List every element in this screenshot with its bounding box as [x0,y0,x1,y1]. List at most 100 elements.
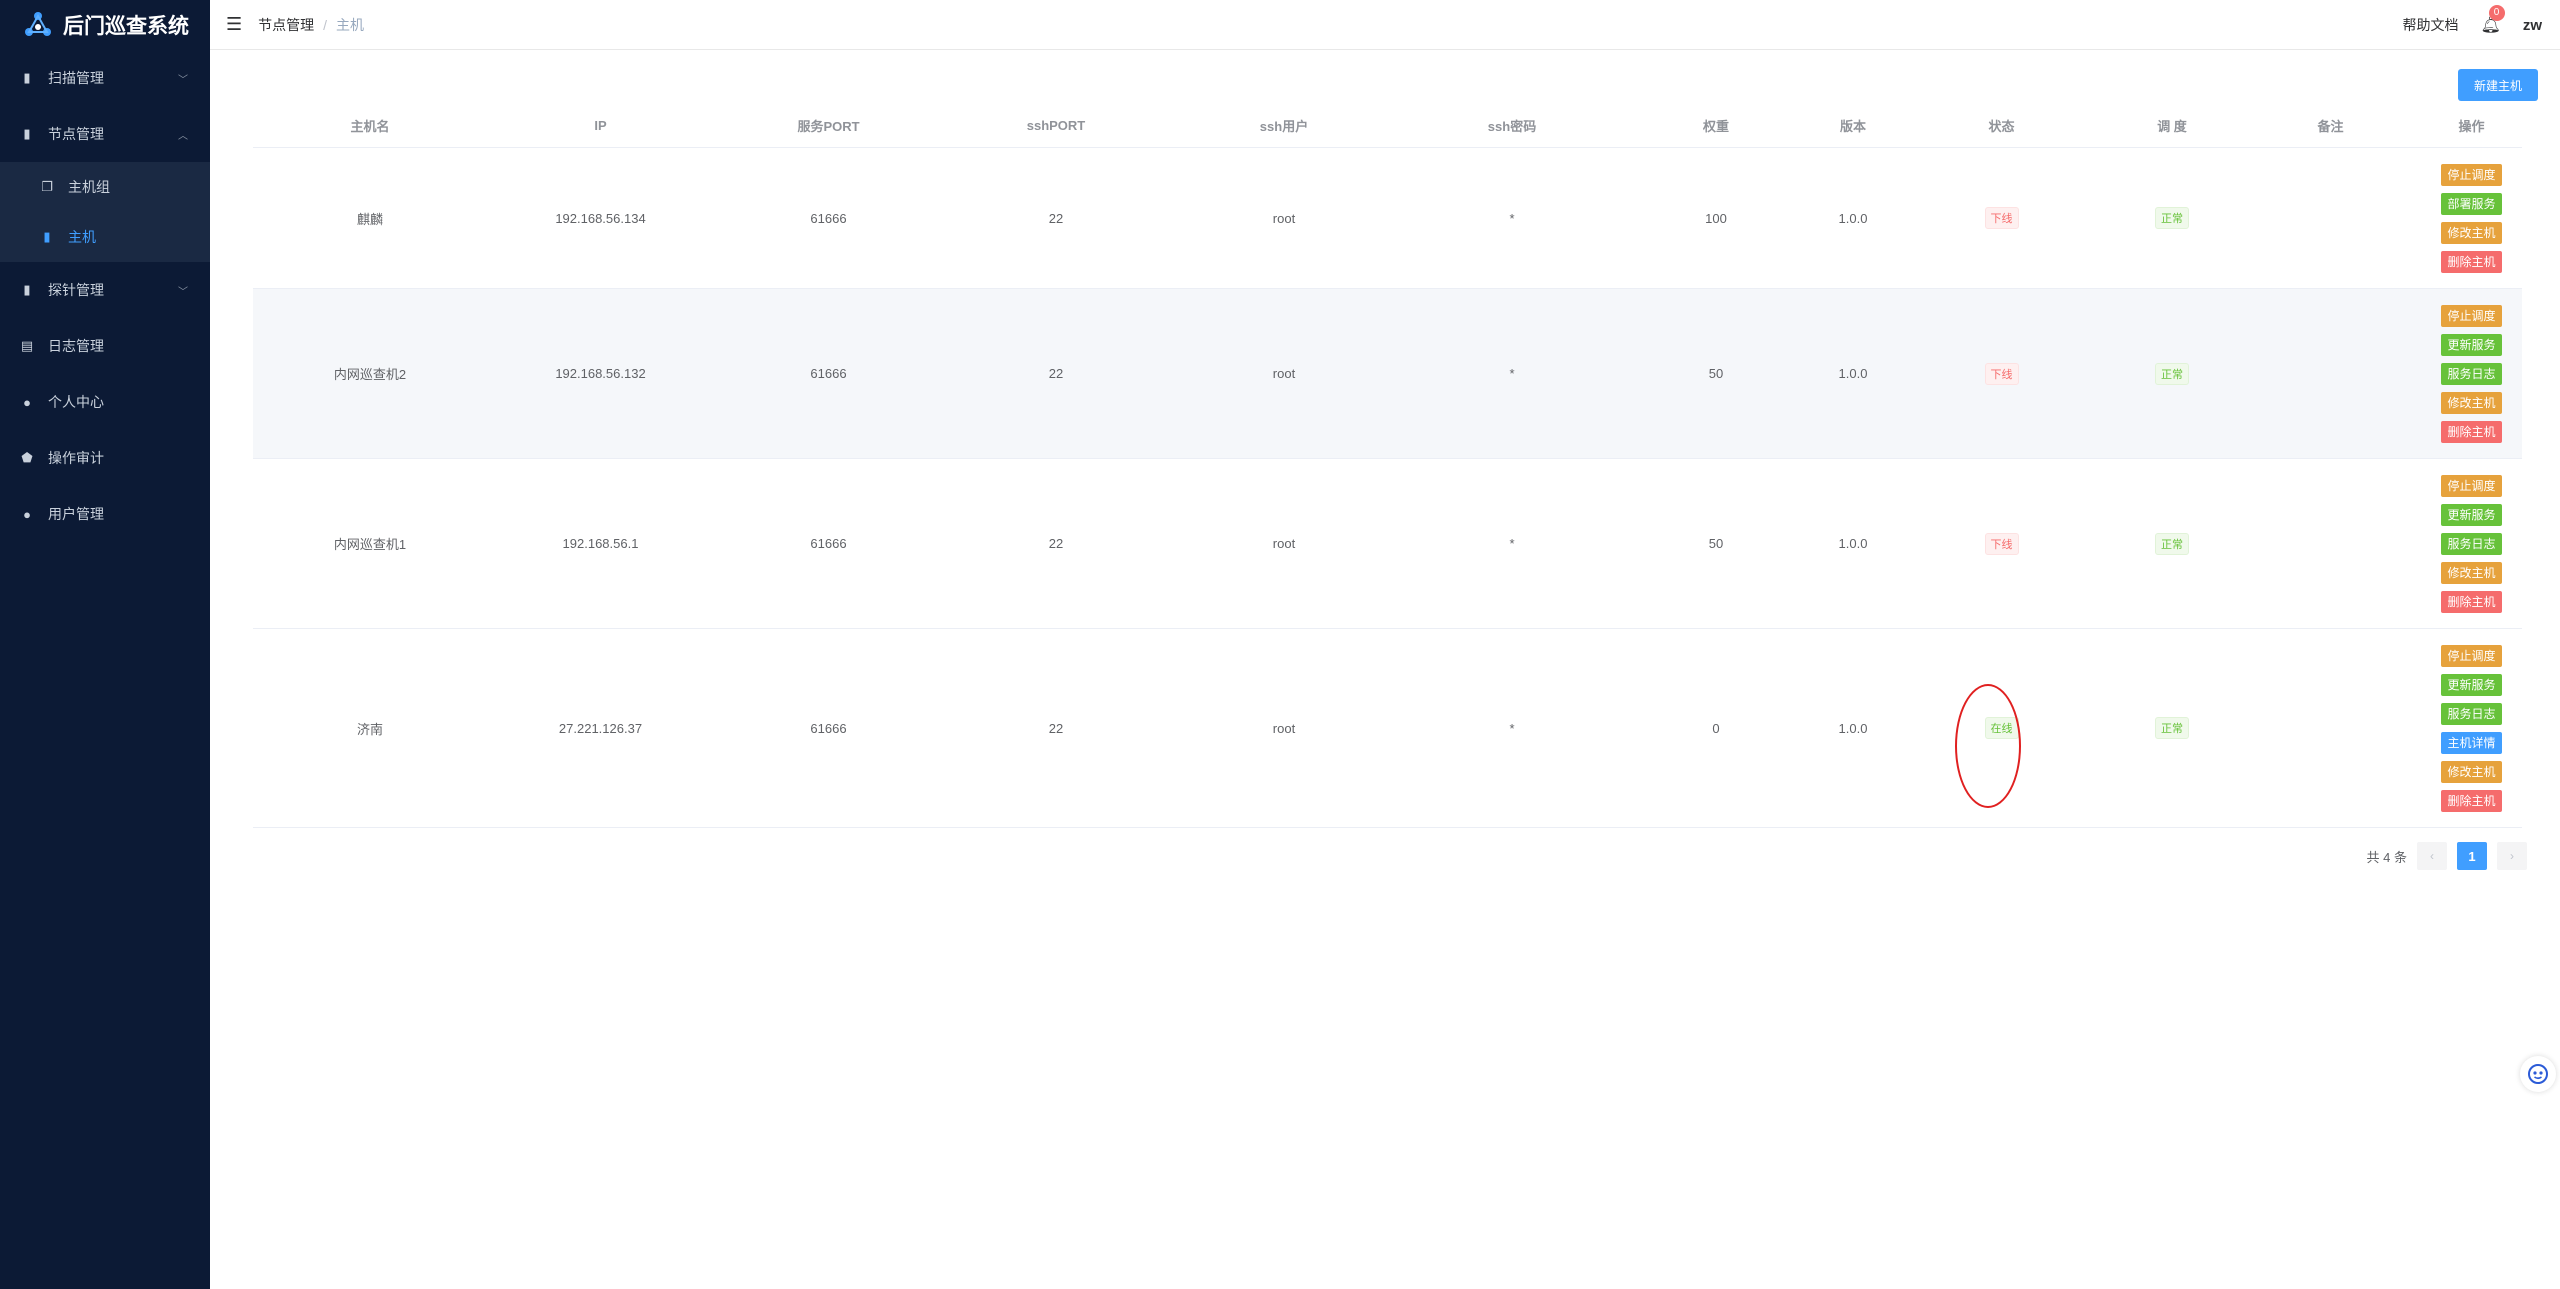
edit-host-button[interactable]: 修改主机 [2441,760,2502,783]
table-row: 济南 27.221.126.37 61666 22 root * 0 1.0.0… [253,629,2522,828]
update-service-button[interactable]: 更新服务 [2441,673,2502,696]
user-icon: ● [23,394,31,410]
cell-ip: 27.221.126.37 [558,720,643,736]
sidebar-item-host-group[interactable]: ❐ 主机组 [0,162,210,212]
service-log-button[interactable]: 服务日志 [2441,702,2502,725]
sidebar-item-node[interactable]: ▮ 节点管理 ︿ [0,106,210,162]
shield-icon: ⬟ [21,450,33,465]
hamburger-icon[interactable]: ☰ [226,14,242,35]
sidebar-item-label: 主机 [68,229,96,245]
cell-actions: 停止调度 部署服务 修改主机 删除主机 [2421,163,2522,273]
sidebar-item-label: 扫描管理 [48,70,104,86]
cell-schedule: 正常 [2104,207,2240,229]
sidebar-item-label: 日志管理 [48,338,104,354]
bell-icon[interactable]: 🔔︎ 0 [2481,5,2505,35]
next-page-button[interactable]: › [2497,842,2527,870]
prev-page-button[interactable]: ‹ [2417,842,2447,870]
sidebar-item-log[interactable]: ▤ 日志管理 [0,318,210,374]
sidebar-item-profile[interactable]: ● 个人中心 [0,374,210,430]
app-logo[interactable]: 后门巡查系统 [0,0,210,50]
column-header: ssh密码 [1487,119,1537,134]
edit-host-button[interactable]: 修改主机 [2441,561,2502,584]
cell-ssh-port: 22 [1048,720,1064,736]
top-header: ☰ 节点管理 / 主机 帮助文档 🔔︎ 0 zw [210,0,2560,50]
delete-host-button[interactable]: 删除主机 [2441,590,2502,613]
chat-assistant-icon[interactable] [2520,1056,2556,1092]
server-icon: ▮ [23,282,31,297]
cell-actions: 停止调度 更新服务 服务日志 修改主机 删除主机 [2421,304,2522,443]
cell-weight: 100 [1705,210,1727,226]
column-header: 权重 [1702,119,1729,134]
cell-version: 1.0.0 [1838,210,1868,226]
cell-ssh-user: root [1272,536,1296,551]
breadcrumb-item[interactable]: 节点管理 [258,15,314,35]
user-menu[interactable]: zw [2523,17,2542,34]
stop-schedule-button[interactable]: 停止调度 [2441,644,2502,667]
cell-hostname: 济南 [356,721,383,737]
cell-actions: 停止调度 更新服务 服务日志 主机详情 修改主机 删除主机 [2421,644,2522,812]
table-row: 麒麟 192.168.56.134 61666 22 root * 100 1.… [253,148,2522,289]
cell-ssh-port: 22 [1048,366,1064,381]
stop-schedule-button[interactable]: 停止调度 [2441,304,2502,327]
update-service-button[interactable]: 更新服务 [2441,503,2502,526]
app-title: 后门巡查系统 [63,15,189,38]
sidebar-item-label: 用户管理 [48,506,104,522]
stop-schedule-button[interactable]: 停止调度 [2441,474,2502,497]
sidebar-item-users[interactable]: ● 用户管理 [0,486,210,542]
delete-host-button[interactable]: 删除主机 [2441,250,2502,273]
schedule-badge: 正常 [2155,362,2189,385]
delete-host-button[interactable]: 删除主机 [2441,420,2502,443]
service-log-button[interactable]: 服务日志 [2441,362,2502,385]
user-settings-icon: ● [23,506,31,522]
edit-host-button[interactable]: 修改主机 [2441,391,2502,414]
column-header: 调 度 [2157,119,2187,134]
column-header: IP [594,118,607,133]
column-header: 主机名 [350,119,390,134]
sidebar-item-audit[interactable]: ⬟ 操作审计 [0,430,210,486]
cell-schedule: 正常 [2104,362,2240,385]
cell-ip: 192.168.56.132 [555,366,646,381]
cell-port: 61666 [810,720,847,736]
schedule-badge: 正常 [2155,532,2189,555]
cell-version: 1.0.0 [1838,536,1868,551]
sidebar-item-label: 探针管理 [48,282,104,298]
new-host-button[interactable]: 新建主机 [2458,69,2538,101]
cell-weight: 50 [1708,366,1724,381]
notification-badge: 0 [2488,5,2505,21]
cell-ssh-password: * [1509,210,1515,226]
cell-ip: 192.168.56.134 [555,210,646,226]
delete-host-button[interactable]: 删除主机 [2441,789,2502,812]
cell-ssh-password: * [1509,720,1515,736]
column-header: 状态 [1988,119,2015,134]
host-detail-button[interactable]: 主机详情 [2441,731,2502,754]
copy-icon: ❐ [41,179,53,194]
sidebar-item-scan[interactable]: ▮ 扫描管理 ﹀ [0,50,210,106]
header-right: 帮助文档 🔔︎ 0 zw [2403,0,2542,50]
service-log-button[interactable]: 服务日志 [2441,532,2502,555]
edit-host-button[interactable]: 修改主机 [2441,221,2502,244]
breadcrumb-separator: / [323,16,328,33]
sidebar-item-probe[interactable]: ▮ 探针管理 ﹀ [0,262,210,318]
column-header: 服务PORT [797,119,860,134]
column-header: 版本 [1839,119,1866,134]
deploy-service-button[interactable]: 部署服务 [2441,192,2502,215]
page-number-current[interactable]: 1 [2457,842,2487,870]
cell-port: 61666 [810,210,847,226]
cell-ssh-port: 22 [1048,536,1064,551]
update-service-button[interactable]: 更新服务 [2441,333,2502,356]
cell-version: 1.0.0 [1838,720,1868,736]
help-docs-link[interactable]: 帮助文档 [2403,15,2459,35]
cell-weight: 50 [1708,536,1724,551]
cell-version: 1.0.0 [1838,366,1868,381]
column-header: sshPORT [1026,118,1086,133]
cell-schedule: 正常 [2104,717,2240,739]
cell-hostname: 麒麟 [356,211,383,227]
logo-icon [25,12,51,36]
sidebar: 后门巡查系统 ▮ 扫描管理 ﹀ ▮ 节点管理 ︿ ❐ 主机组 ▮ 主机 ▮ 探针… [0,0,210,1289]
chevron-down-icon: ﹀ [178,286,188,298]
annotation-circle [1955,684,2021,808]
status-badge: 下线 [1984,207,2019,229]
sidebar-item-host[interactable]: ▮ 主机 [0,212,210,262]
chevron-up-icon: ︿ [178,130,188,142]
stop-schedule-button[interactable]: 停止调度 [2441,163,2502,186]
